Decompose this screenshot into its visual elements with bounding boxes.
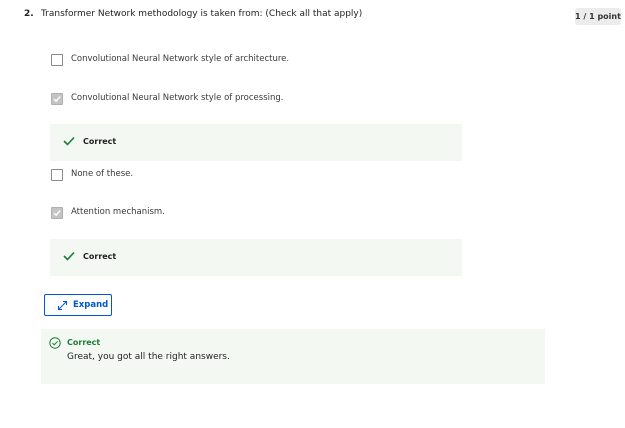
points-badge: 1 / 1 point (575, 8, 621, 25)
result-panel: Correct Great, you got all the right ans… (41, 329, 545, 384)
option-feedback: Correct (50, 239, 462, 276)
option-label: None of these. (71, 169, 134, 179)
feedback-label: Correct (83, 252, 117, 261)
result-message: Great, you got all the right answers. (67, 352, 230, 362)
checkbox-check-icon (53, 96, 61, 103)
checkbox-check-icon (53, 210, 61, 217)
result-title: Correct (67, 338, 101, 347)
option-label: Convolutional Neural Network style of ar… (71, 54, 290, 64)
quiz-question-page: 2. Transformer Network methodology is ta… (0, 0, 625, 428)
checkbox-checked[interactable] (51, 207, 63, 219)
expand-arrows-icon (58, 301, 67, 310)
expand-button[interactable]: Expand (44, 294, 112, 316)
expand-label: Expand (73, 300, 109, 310)
check-icon (63, 136, 75, 146)
checkbox-checked[interactable] (51, 93, 63, 105)
option-label: Convolutional Neural Network style of pr… (71, 93, 284, 103)
question-text: Transformer Network methodology is taken… (41, 9, 363, 19)
question-number: 2. (24, 9, 34, 19)
check-icon (63, 251, 75, 261)
circle-check-icon (49, 337, 61, 349)
checkbox[interactable] (51, 54, 63, 66)
checkbox[interactable] (51, 169, 63, 181)
option-feedback: Correct (50, 124, 462, 161)
feedback-label: Correct (83, 137, 117, 146)
option-label: Attention mechanism. (71, 207, 165, 217)
